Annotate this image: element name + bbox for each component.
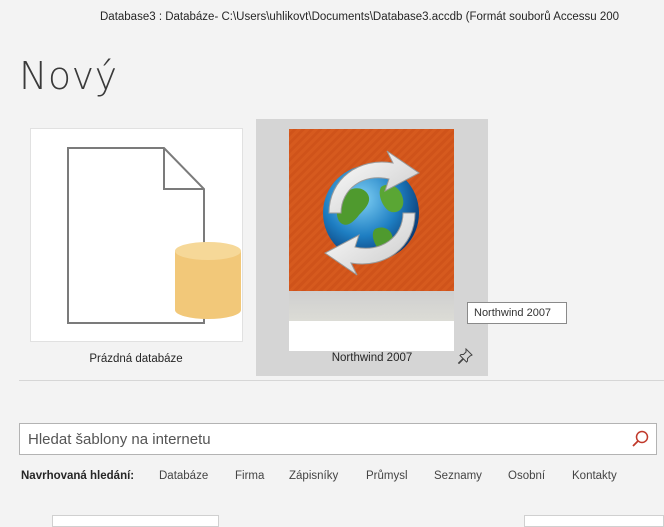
search-icon — [632, 430, 649, 447]
suggested-search-link[interactable]: Databáze — [159, 470, 208, 482]
suggested-search-link[interactable]: Osobní — [508, 470, 545, 482]
thumbnail-band — [289, 291, 454, 321]
suggested-search-link[interactable]: Průmysl — [366, 470, 408, 482]
search-button[interactable] — [630, 429, 650, 449]
suggested-search-link[interactable]: Kontakty — [572, 470, 617, 482]
template-label: Northwind 2007 — [331, 352, 413, 364]
suggested-search-link[interactable]: Seznamy — [434, 470, 482, 482]
template-thumbnail — [289, 129, 454, 351]
northwind-globe-icon — [323, 150, 420, 276]
template-blank-database[interactable]: Prázdná databáze — [20, 120, 252, 376]
window-title: Database3 : Databáze- C:\Users\uhlikovt\… — [100, 11, 620, 23]
tooltip: Northwind 2007 — [467, 302, 567, 324]
suggested-search-link[interactable]: Zápisníky — [289, 470, 338, 482]
search-input[interactable] — [20, 424, 620, 454]
template-thumbnail — [30, 128, 243, 342]
pin-icon[interactable] — [457, 347, 473, 365]
template-search-box — [19, 423, 657, 455]
template-card-partial[interactable] — [52, 515, 219, 527]
suggested-searches-label: Navrhovaná hledání: — [21, 470, 135, 482]
window-title-bar: Database3 : Databáze- C:\Users\uhlikovt\… — [0, 0, 664, 34]
blank-database-icon — [67, 147, 241, 324]
divider — [19, 380, 664, 381]
suggested-search-link[interactable]: Firma — [235, 470, 264, 482]
page-title: Nový — [19, 54, 118, 98]
template-northwind[interactable]: Northwind 2007 — [256, 119, 488, 376]
template-label: Prázdná databáze — [89, 353, 183, 365]
template-card-partial[interactable] — [524, 515, 664, 527]
